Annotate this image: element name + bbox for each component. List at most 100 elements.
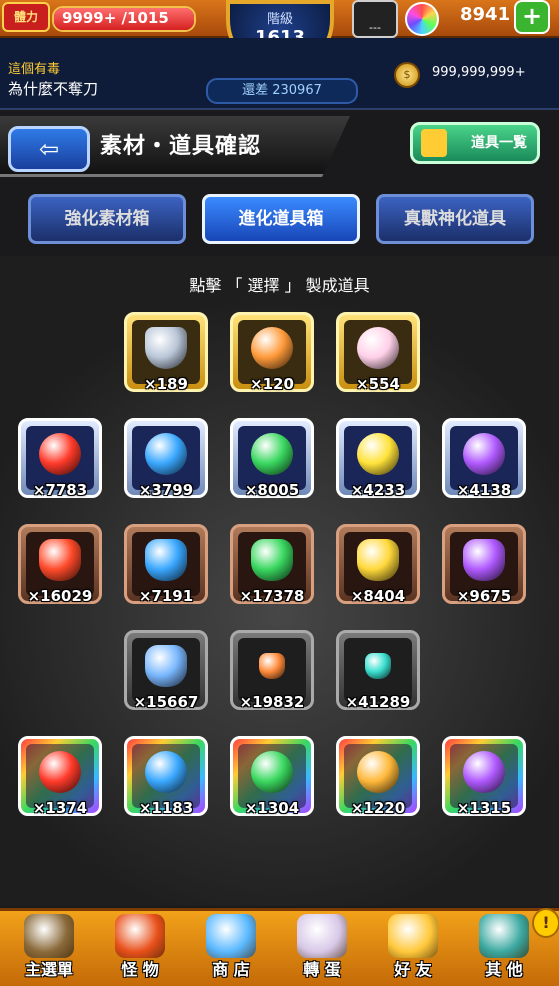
item-count: ×9675 <box>456 587 512 605</box>
item-tile[interactable]: ×7783 <box>18 418 102 499</box>
wood-orb-icon <box>251 432 293 475</box>
stamina-icon: 體力 <box>2 2 50 32</box>
item-count: ×1183 <box>138 799 194 817</box>
nav-label: 轉 蛋 <box>303 960 341 979</box>
item-tile[interactable]: ×554 <box>336 312 420 393</box>
amber-stone-icon <box>259 652 285 679</box>
wood-dragon-orb-icon <box>251 750 293 793</box>
item-tile[interactable]: ×16029 <box>18 524 102 605</box>
tab-evolution-items[interactable]: 進化道具箱 <box>202 194 360 244</box>
next-rank-exp: 還差 230967 <box>206 78 358 104</box>
pearl-orb-icon <box>357 326 399 369</box>
coin-icon: $ <box>394 62 420 88</box>
item-count: ×41289 <box>345 693 411 711</box>
item-tile[interactable]: ×8005 <box>230 418 314 499</box>
item-count: ×8005 <box>244 481 300 499</box>
dark-orb-icon <box>463 432 505 475</box>
castle-gate-icon <box>24 914 74 958</box>
news-title[interactable]: 這個有毒 <box>8 58 60 77</box>
fire-crystal-icon <box>39 538 81 581</box>
item-tile[interactable]: ×15667 <box>124 630 208 711</box>
water-dragon-orb-icon <box>145 750 187 793</box>
item-tile[interactable]: ×4233 <box>336 418 420 499</box>
settings-icon <box>479 914 529 958</box>
item-count: ×15667 <box>133 693 199 711</box>
item-tile[interactable]: ×3799 <box>124 418 208 499</box>
nav-label: 商 店 <box>212 960 250 979</box>
item-tile[interactable]: ×7191 <box>124 524 208 605</box>
item-tile[interactable]: ×1220 <box>336 736 420 817</box>
add-orb-button[interactable]: + <box>514 0 550 34</box>
item-tile[interactable]: ×189 <box>124 312 208 393</box>
friends-balloon-icon <box>388 914 438 958</box>
light-dragon-orb-icon <box>357 750 399 793</box>
teal-shard-icon <box>365 652 391 679</box>
item-tile[interactable]: ×9675 <box>442 524 526 605</box>
light-orb-icon <box>357 432 399 475</box>
item-count: ×1374 <box>32 799 88 817</box>
item-count: ×1304 <box>244 799 300 817</box>
egg-character-icon <box>297 914 347 958</box>
tab-enhance-materials[interactable]: 強化素材箱 <box>28 194 186 244</box>
rainbow-orb-icon <box>405 2 439 36</box>
stamina-value: 9999+ /1015 <box>62 9 169 27</box>
item-list-button[interactable]: 道具一覧 <box>410 122 540 164</box>
item-count: ×1315 <box>456 799 512 817</box>
nav-label: 其 他 <box>485 960 523 979</box>
nav-monsters[interactable]: 怪 物 <box>97 912 183 982</box>
rainbow-hook-icon <box>251 326 293 369</box>
dark-dragon-orb-icon <box>463 750 505 793</box>
light-crystal-icon <box>357 538 399 581</box>
prism-crystal-icon <box>145 644 187 687</box>
item-count: ×4138 <box>456 481 512 499</box>
item-tile[interactable]: ×8404 <box>336 524 420 605</box>
monster-icon <box>115 914 165 958</box>
item-count: ×3799 <box>138 481 194 499</box>
dark-crystal-icon <box>463 538 505 581</box>
item-tile[interactable]: ×19832 <box>230 630 314 711</box>
item-count: ×17378 <box>239 587 305 605</box>
item-tile[interactable]: ×1183 <box>124 736 208 817</box>
shield-badge-icon <box>145 326 187 369</box>
item-tile[interactable]: ×120 <box>230 312 314 393</box>
fire-orb-icon <box>39 432 81 475</box>
nav-main-menu[interactable]: 主選單 <box>6 912 92 982</box>
item-count: ×189 <box>144 375 188 393</box>
coin-value: 999,999,999+ <box>432 65 526 80</box>
item-count: ×16029 <box>27 587 93 605</box>
water-crystal-icon <box>145 538 187 581</box>
item-count: ×1220 <box>350 799 406 817</box>
news-text[interactable]: 為什麼不奪刀 <box>8 78 98 99</box>
item-tile[interactable]: ×1304 <box>230 736 314 817</box>
nav-label: 主選單 <box>24 960 73 979</box>
nav-label: 好 友 <box>394 960 432 979</box>
item-tile[interactable]: ×1315 <box>442 736 526 817</box>
orb-count: 8941 <box>460 4 511 25</box>
rank-label: 階級 <box>266 12 293 27</box>
page-title: 素材・道具確認 <box>100 134 262 159</box>
item-count: ×120 <box>250 375 294 393</box>
instruction-text: 點擊 「 選擇 」 製成道具 <box>189 276 370 295</box>
nav-shop[interactable]: 商 店 <box>188 912 274 982</box>
item-tile[interactable]: ×41289 <box>336 630 420 711</box>
item-count: ×7783 <box>32 481 88 499</box>
back-button[interactable]: ⇦ <box>8 126 90 172</box>
item-tile[interactable]: ×4138 <box>442 418 526 499</box>
item-count: ×19832 <box>239 693 305 711</box>
nav-friends[interactable]: 好 友 <box>370 912 456 982</box>
nav-label: 怪 物 <box>121 960 159 979</box>
item-tile[interactable]: ×1374 <box>18 736 102 817</box>
tab-deity-items[interactable]: 真獸神化道具 <box>376 194 534 244</box>
gem-button[interactable]: --- <box>352 0 398 38</box>
potion-icon <box>421 129 447 157</box>
item-count: ×8404 <box>350 587 406 605</box>
nav-gacha[interactable]: 轉 蛋 <box>279 912 365 982</box>
item-count: ×4233 <box>350 481 406 499</box>
water-orb-icon <box>145 432 187 475</box>
fire-dragon-orb-icon <box>39 750 81 793</box>
item-list-label: 道具一覧 <box>471 135 527 151</box>
item-tile[interactable]: ×17378 <box>230 524 314 605</box>
rainbow-orb-icon <box>206 914 256 958</box>
item-count: ×554 <box>356 375 400 393</box>
wood-crystal-icon <box>251 538 293 581</box>
